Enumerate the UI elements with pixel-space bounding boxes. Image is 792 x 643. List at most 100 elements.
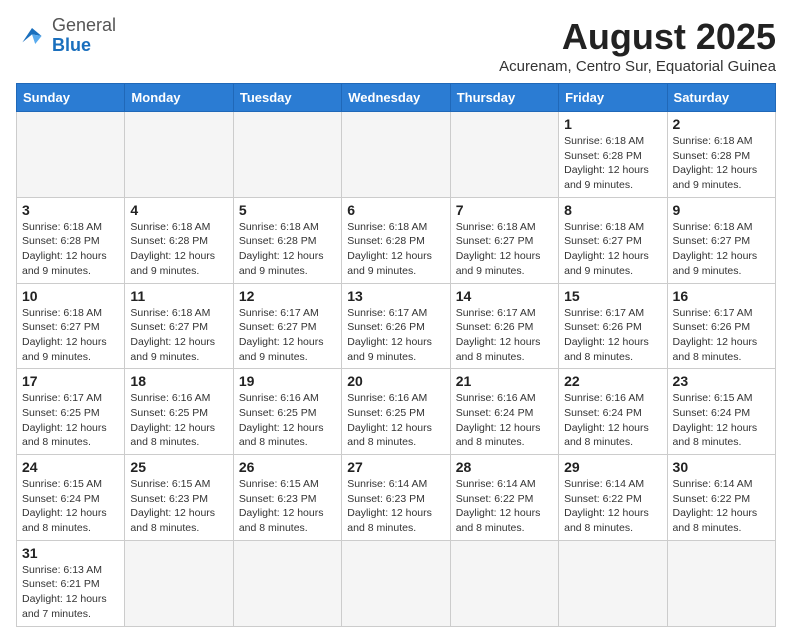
calendar-day-cell: 15 Sunrise: 6:17 AMSunset: 6:26 PMDayligh…	[559, 283, 667, 369]
day-number: 16	[673, 288, 770, 304]
calendar-day-cell: 12Sunrise: 6:17 AMSunset: 6:27 PMDayligh…	[233, 283, 341, 369]
day-info: Sunrise: 6:16 AMSunset: 6:25 PMDaylight:…	[347, 391, 444, 450]
day-number: 17	[22, 373, 119, 389]
day-info: Sunrise: 6:14 AMSunset: 6:23 PMDaylight:…	[347, 477, 444, 536]
calendar-day-cell	[125, 540, 233, 626]
day-info: Sunrise: 6:17 AMSunset: 6:26 PMDaylight:…	[456, 306, 553, 365]
day-info: Sunrise: 6:16 AMSunset: 6:25 PMDaylight:…	[130, 391, 227, 450]
day-info: Sunrise: 6:16 AMSunset: 6:25 PMDaylight:…	[239, 391, 336, 450]
logo: General Blue	[16, 16, 116, 56]
day-info: Sunrise: 6:14 AMSunset: 6:22 PMDaylight:…	[673, 477, 770, 536]
calendar-week-row: 24Sunrise: 6:15 AMSunset: 6:24 PMDayligh…	[17, 455, 776, 541]
calendar-day-cell: 3Sunrise: 6:18 AMSunset: 6:28 PMDaylight…	[17, 197, 125, 283]
calendar-day-cell: 20 Sunrise: 6:16 AMSunset: 6:25 PMDayligh…	[342, 369, 450, 455]
calendar-day-cell: 19 Sunrise: 6:16 AMSunset: 6:25 PMDayligh…	[233, 369, 341, 455]
calendar-day-cell	[233, 112, 341, 198]
calendar-day-cell: 18Sunrise: 6:16 AMSunset: 6:25 PMDayligh…	[125, 369, 233, 455]
weekday-header-tuesday: Tuesday	[233, 84, 341, 112]
day-number: 19	[239, 373, 336, 389]
day-info: Sunrise: 6:18 AMSunset: 6:28 PMDaylight:…	[673, 134, 770, 193]
calendar-day-cell: 4 Sunrise: 6:18 AMSunset: 6:28 PMDaylight…	[125, 197, 233, 283]
weekday-header-monday: Monday	[125, 84, 233, 112]
day-info: Sunrise: 6:17 AMSunset: 6:26 PMDaylight:…	[564, 306, 661, 365]
calendar-day-cell: 21Sunrise: 6:16 AMSunset: 6:24 PMDayligh…	[450, 369, 558, 455]
day-info: Sunrise: 6:18 AMSunset: 6:28 PMDaylight:…	[22, 220, 119, 279]
day-info: Sunrise: 6:16 AMSunset: 6:24 PMDaylight:…	[456, 391, 553, 450]
calendar-day-cell: 2Sunrise: 6:18 AMSunset: 6:28 PMDaylight…	[667, 112, 775, 198]
day-info: Sunrise: 6:18 AMSunset: 6:28 PMDaylight:…	[564, 134, 661, 193]
day-number: 10	[22, 288, 119, 304]
day-info: Sunrise: 6:17 AMSunset: 6:26 PMDaylight:…	[673, 306, 770, 365]
calendar-day-cell	[125, 112, 233, 198]
calendar-day-cell: 28Sunrise: 6:14 AMSunset: 6:22 PMDayligh…	[450, 455, 558, 541]
calendar-day-cell	[559, 540, 667, 626]
day-info: Sunrise: 6:18 AMSunset: 6:27 PMDaylight:…	[456, 220, 553, 279]
day-number: 11	[130, 288, 227, 304]
calendar-day-cell: 26Sunrise: 6:15 AMSunset: 6:23 PMDayligh…	[233, 455, 341, 541]
day-info: Sunrise: 6:17 AMSunset: 6:27 PMDaylight:…	[239, 306, 336, 365]
generalblue-logo-icon	[16, 20, 48, 52]
calendar-day-cell: 27 Sunrise: 6:14 AMSunset: 6:23 PMDayligh…	[342, 455, 450, 541]
day-number: 15	[564, 288, 661, 304]
weekday-header-row: SundayMondayTuesdayWednesdayThursdayFrid…	[17, 84, 776, 112]
day-number: 27	[347, 459, 444, 475]
day-number: 7	[456, 202, 553, 218]
day-number: 24	[22, 459, 119, 475]
day-number: 8	[564, 202, 661, 218]
calendar-day-cell: 17 Sunrise: 6:17 AMSunset: 6:25 PMDayligh…	[17, 369, 125, 455]
calendar-day-cell: 22Sunrise: 6:16 AMSunset: 6:24 PMDayligh…	[559, 369, 667, 455]
day-info: Sunrise: 6:18 AMSunset: 6:28 PMDaylight:…	[239, 220, 336, 279]
day-info: Sunrise: 6:18 AMSunset: 6:28 PMDaylight:…	[130, 220, 227, 279]
day-number: 4	[130, 202, 227, 218]
page-header: General Blue August 2025 Acurenam, Centr…	[16, 16, 776, 75]
weekday-header-thursday: Thursday	[450, 84, 558, 112]
day-info: Sunrise: 6:13 AMSunset: 6:21 PMDaylight:…	[22, 563, 119, 622]
day-info: Sunrise: 6:16 AMSunset: 6:24 PMDaylight:…	[564, 391, 661, 450]
day-info: Sunrise: 6:18 AMSunset: 6:27 PMDaylight:…	[130, 306, 227, 365]
day-number: 25	[130, 459, 227, 475]
day-number: 13	[347, 288, 444, 304]
calendar-table: SundayMondayTuesdayWednesdayThursdayFrid…	[16, 83, 776, 627]
calendar-day-cell: 25 Sunrise: 6:15 AMSunset: 6:23 PMDayligh…	[125, 455, 233, 541]
day-info: Sunrise: 6:14 AMSunset: 6:22 PMDaylight:…	[564, 477, 661, 536]
day-info: Sunrise: 6:17 AMSunset: 6:25 PMDaylight:…	[22, 391, 119, 450]
calendar-day-cell: 23Sunrise: 6:15 AMSunset: 6:24 PMDayligh…	[667, 369, 775, 455]
calendar-week-row: 3Sunrise: 6:18 AMSunset: 6:28 PMDaylight…	[17, 197, 776, 283]
calendar-day-cell: 1 Sunrise: 6:18 AMSunset: 6:28 PMDaylight…	[559, 112, 667, 198]
calendar-day-cell	[342, 112, 450, 198]
calendar-week-row: 1 Sunrise: 6:18 AMSunset: 6:28 PMDaylight…	[17, 112, 776, 198]
calendar-day-cell: 14 Sunrise: 6:17 AMSunset: 6:26 PMDayligh…	[450, 283, 558, 369]
calendar-day-cell: 30 Sunrise: 6:14 AMSunset: 6:22 PMDayligh…	[667, 455, 775, 541]
calendar-day-cell	[450, 540, 558, 626]
calendar-day-cell: 29 Sunrise: 6:14 AMSunset: 6:22 PMDayligh…	[559, 455, 667, 541]
logo-text: General Blue	[52, 16, 116, 56]
calendar-week-row: 10 Sunrise: 6:18 AMSunset: 6:27 PMDayligh…	[17, 283, 776, 369]
day-info: Sunrise: 6:15 AMSunset: 6:23 PMDaylight:…	[239, 477, 336, 536]
calendar-week-row: 17 Sunrise: 6:17 AMSunset: 6:25 PMDayligh…	[17, 369, 776, 455]
calendar-day-cell	[342, 540, 450, 626]
day-number: 14	[456, 288, 553, 304]
day-info: Sunrise: 6:18 AMSunset: 6:28 PMDaylight:…	[347, 220, 444, 279]
calendar-day-cell: 11 Sunrise: 6:18 AMSunset: 6:27 PMDayligh…	[125, 283, 233, 369]
calendar-day-cell: 7 Sunrise: 6:18 AMSunset: 6:27 PMDaylight…	[450, 197, 558, 283]
day-info: Sunrise: 6:18 AMSunset: 6:27 PMDaylight:…	[673, 220, 770, 279]
weekday-header-wednesday: Wednesday	[342, 84, 450, 112]
title-area: August 2025 Acurenam, Centro Sur, Equato…	[499, 16, 776, 75]
day-number: 29	[564, 459, 661, 475]
calendar-day-cell	[233, 540, 341, 626]
weekday-header-saturday: Saturday	[667, 84, 775, 112]
day-number: 9	[673, 202, 770, 218]
calendar-day-cell: 16 Sunrise: 6:17 AMSunset: 6:26 PMDayligh…	[667, 283, 775, 369]
day-info: Sunrise: 6:15 AMSunset: 6:23 PMDaylight:…	[130, 477, 227, 536]
calendar-day-cell: 13Sunrise: 6:17 AMSunset: 6:26 PMDayligh…	[342, 283, 450, 369]
calendar-day-cell	[17, 112, 125, 198]
day-number: 30	[673, 459, 770, 475]
calendar-day-cell: 31Sunrise: 6:13 AMSunset: 6:21 PMDayligh…	[17, 540, 125, 626]
calendar-day-cell: 24Sunrise: 6:15 AMSunset: 6:24 PMDayligh…	[17, 455, 125, 541]
weekday-header-sunday: Sunday	[17, 84, 125, 112]
day-info: Sunrise: 6:18 AMSunset: 6:27 PMDaylight:…	[22, 306, 119, 365]
day-number: 6	[347, 202, 444, 218]
day-number: 1	[564, 116, 661, 132]
day-number: 5	[239, 202, 336, 218]
day-number: 20	[347, 373, 444, 389]
